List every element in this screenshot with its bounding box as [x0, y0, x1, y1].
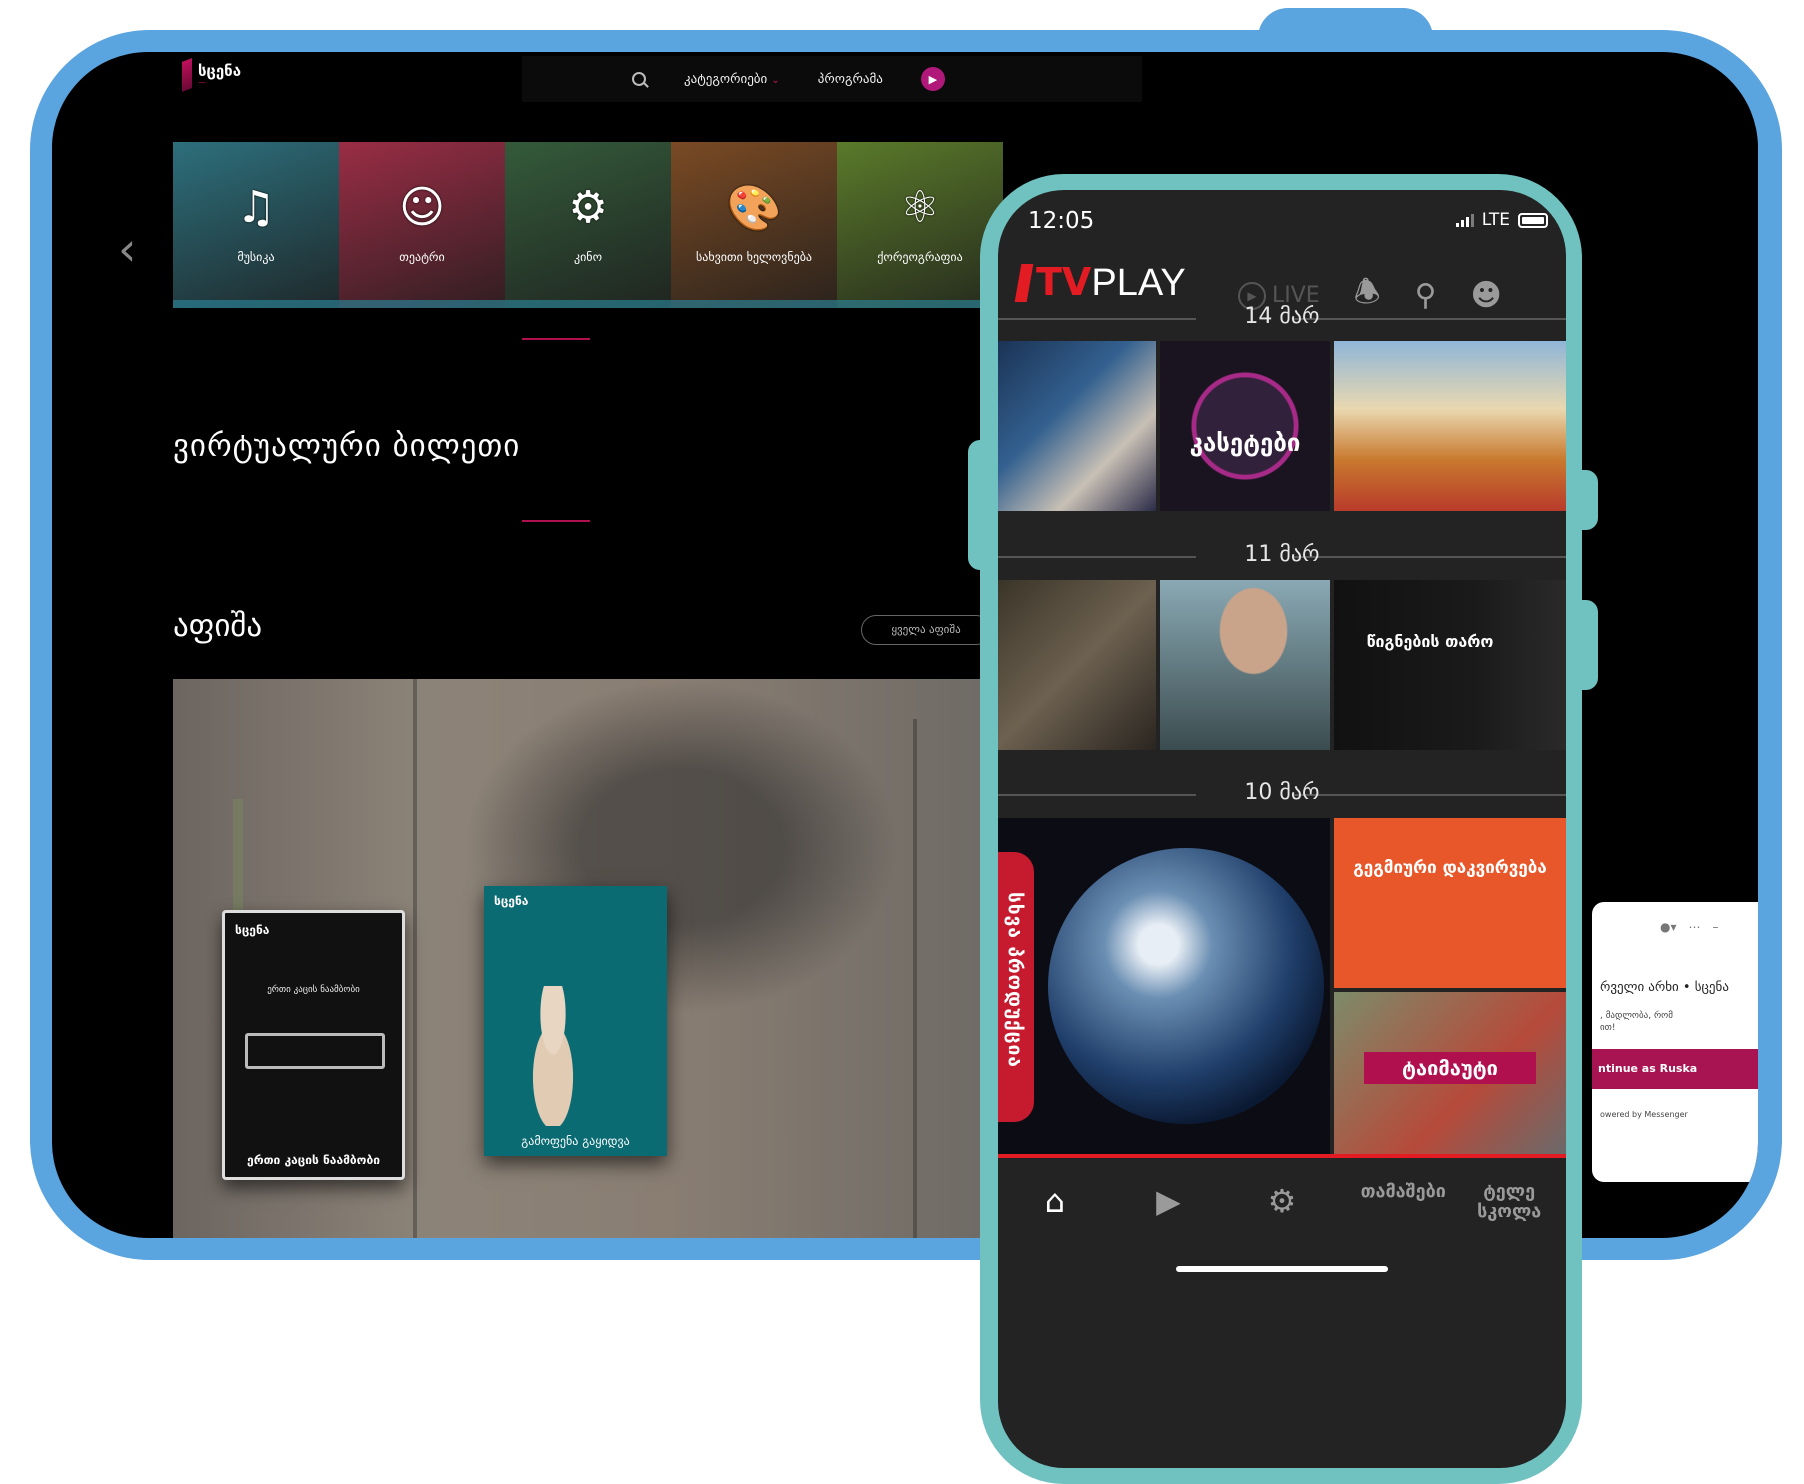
- video-thumbnail[interactable]: [1160, 580, 1330, 750]
- chevron-left-icon[interactable]: ‹: [118, 222, 136, 276]
- category-tile-cinema[interactable]: ⚙ კინო: [505, 142, 671, 308]
- category-bar: [837, 300, 1003, 308]
- thumb-caption: ტაიმაუტი: [1364, 1052, 1536, 1084]
- status-time: 12:05: [1028, 208, 1095, 234]
- section-divider: [522, 520, 590, 522]
- logo-play: PLAY: [1091, 262, 1186, 304]
- status-bar-right: LTE: [1455, 210, 1548, 230]
- site-nav: კატეგორიები ⌄ პროგრამა ▶: [522, 56, 1142, 102]
- stage: სცენა — კატეგორიები ⌄ პროგრამა ▶ ‹ ♫ მუს…: [0, 0, 1804, 1484]
- messenger-popup: ●▾ ⋯ – რველი არხი • სცენა , მადლობა, რომ…: [1592, 902, 1758, 1182]
- bench-icon: [245, 1033, 385, 1069]
- afisha-heading: აფიშა: [173, 608, 263, 644]
- category-label: მუსიკა: [237, 250, 275, 264]
- see-all-afisha-button[interactable]: ყველა აფიშა: [861, 615, 991, 645]
- messenger-page-name: რველი არხი • სცენა: [1600, 980, 1729, 995]
- video-thumbnail[interactable]: ტაიმაუტი: [1334, 992, 1566, 1154]
- category-bar: [173, 300, 339, 308]
- poster-exhibition[interactable]: სცენა გამოფენა გაყიდვა: [484, 886, 667, 1156]
- music-notes-icon: ♫: [236, 182, 276, 233]
- network-label: LTE: [1481, 210, 1510, 230]
- category-bar: [671, 300, 837, 308]
- dancer-icon: ⚛: [900, 182, 940, 233]
- video-thumbnail[interactable]: კასეტები: [1160, 341, 1330, 511]
- poster-logo: სცენა: [494, 894, 529, 908]
- date-separator: 11 მარ: [998, 542, 1566, 570]
- date-label: 10 მარ: [1244, 780, 1320, 805]
- date-label: 14 მარ: [1244, 304, 1320, 329]
- category-label: კინო: [573, 250, 603, 264]
- date-label: 11 მარ: [1244, 542, 1320, 567]
- category-label: თეატრი: [399, 250, 445, 264]
- poster-caption: ერთი კაცის ნაამბობი: [247, 1153, 380, 1167]
- thumb-caption: გეგმიური დაკვირვება: [1353, 858, 1547, 878]
- minimize-icon[interactable]: –: [1713, 920, 1719, 934]
- other-productions-tab[interactable]: სხვა პროდუქცია: [998, 852, 1034, 1122]
- category-label: ქორეოგრაფია: [877, 250, 963, 264]
- poster-logo: სცენა: [235, 923, 270, 937]
- date-separator: 10 მარ: [998, 780, 1566, 808]
- search-icon[interactable]: [632, 72, 646, 86]
- nav-programs[interactable]: პროგრამა: [818, 72, 883, 87]
- avatar-icon[interactable]: ●▾: [1660, 920, 1677, 934]
- logo-text: სცენა: [198, 61, 242, 80]
- tab-tv-school[interactable]: ტელე სკოლა: [1474, 1182, 1544, 1222]
- messenger-subtext-line: , მადლობა, რომ: [1600, 1011, 1673, 1021]
- home-icon[interactable]: ⌂: [1020, 1182, 1090, 1220]
- play-video-icon[interactable]: ▶: [1133, 1182, 1203, 1220]
- popup-controls: ●▾ ⋯ –: [1660, 920, 1719, 934]
- palette-icon: 🎨: [726, 183, 782, 234]
- virtual-ticket-heading: ვირტუალური ბილეთი: [173, 428, 521, 464]
- statue-image: [518, 986, 588, 1126]
- category-strip: ♫ მუსიკა ☺ თეატრი ⚙ კინო 🎨 სახვითი ხელოვ…: [173, 142, 1031, 308]
- thumb-caption: კასეტები: [1189, 429, 1301, 457]
- poster-title: ერთი კაცის ნაამბობი: [267, 985, 360, 995]
- nav-categories[interactable]: კატეგორიები ⌄: [684, 72, 780, 87]
- category-bar: [505, 300, 671, 308]
- thumb-caption: წიგნების თარო: [1366, 632, 1494, 651]
- home-indicator: [1176, 1266, 1388, 1272]
- tab-games[interactable]: თამაშები: [1361, 1182, 1446, 1202]
- signal-icon: [1455, 213, 1474, 227]
- poster-caption: გამოფენა გაყიდვა: [521, 1134, 630, 1148]
- film-reel-icon[interactable]: ⚙: [1247, 1182, 1317, 1220]
- more-icon[interactable]: ⋯: [1689, 920, 1701, 934]
- banner-streak: [413, 679, 417, 1238]
- banner-streak: [913, 719, 917, 1238]
- earth-image: [1048, 848, 1324, 1124]
- section-divider: [522, 338, 590, 340]
- chevron-down-icon: ⌄: [771, 74, 780, 86]
- bottom-tab-bar: ⌂ ▶ ⚙ თამაშები ტელე სკოლა: [998, 1158, 1566, 1296]
- logo-tv: TV: [1036, 260, 1092, 304]
- site-logo[interactable]: სცენა —: [182, 58, 242, 92]
- messenger-subtext: , მადლობა, რომ ით!: [1600, 1010, 1673, 1034]
- video-thumbnail[interactable]: [998, 818, 1330, 1154]
- category-label: სახვითი ხელოვნება: [695, 250, 813, 264]
- video-thumbnail[interactable]: წიგნების თარო: [1334, 580, 1566, 750]
- tvplay-logo[interactable]: TV PLAY: [1014, 260, 1186, 305]
- logo-flag-icon: [1014, 263, 1034, 302]
- play-icon[interactable]: ▶: [920, 67, 945, 91]
- category-bar: [339, 300, 505, 308]
- phone-screen: 12:05 LTE TV PLAY ▶ LIVE 🕭 ⚲ ☻ 14 მარ კა…: [998, 190, 1566, 1468]
- battery-icon: [1518, 212, 1548, 228]
- messenger-subtext-line: ით!: [1600, 1023, 1616, 1033]
- powered-by-messenger: owered by Messenger: [1600, 1110, 1688, 1119]
- video-thumbnail[interactable]: გეგმიური დაკვირვება: [1334, 818, 1566, 988]
- video-thumbnail[interactable]: [998, 341, 1156, 511]
- category-tile-theatre[interactable]: ☺ თეატრი: [339, 142, 505, 308]
- date-separator: 14 მარ: [998, 304, 1566, 332]
- category-tile-music[interactable]: ♫ მუსიკა: [173, 142, 339, 308]
- category-tile-choreography[interactable]: ⚛ ქორეოგრაფია: [837, 142, 1003, 308]
- logo-flag-icon: [182, 58, 192, 92]
- theatre-masks-icon: ☺: [399, 182, 445, 233]
- continue-as-button[interactable]: ntinue as Ruska: [1592, 1049, 1758, 1089]
- category-tile-fine-arts[interactable]: 🎨 სახვითი ხელოვნება: [671, 142, 837, 308]
- poster-one-man-story[interactable]: სცენა ერთი კაცის ნაამბობი ერთი კაცის ნაა…: [222, 910, 405, 1180]
- side-tab-label: სხვა პროდუქცია: [1004, 892, 1026, 1068]
- video-thumbnail[interactable]: [998, 580, 1156, 750]
- film-projector-icon: ⚙: [568, 182, 608, 233]
- nav-categories-label: კატეგორიები: [684, 71, 768, 87]
- video-thumbnail[interactable]: [1334, 341, 1566, 511]
